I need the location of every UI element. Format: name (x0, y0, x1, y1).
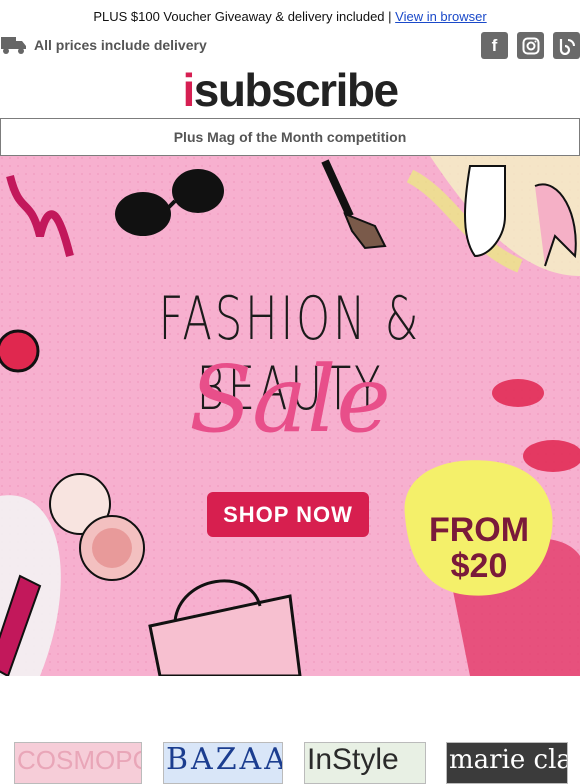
magazine-title: InStyle (307, 743, 399, 776)
magazine-title: BAZAAR (166, 742, 282, 777)
social-links: f (481, 32, 580, 59)
price-badge: FROM $20 (404, 478, 554, 618)
promo-text: PLUS $100 Voucher Giveaway & delivery in… (93, 9, 396, 24)
magazine-cover-marie-claire[interactable]: marie claire (446, 742, 568, 784)
instagram-icon[interactable] (517, 32, 544, 59)
delivery-notice: All prices include delivery (0, 34, 207, 56)
top-promo-line: PLUS $100 Voucher Giveaway & delivery in… (0, 0, 580, 34)
delivery-text: All prices include delivery (34, 37, 207, 53)
logo-rest: subscribe (193, 64, 399, 116)
isubscribe-logo[interactable]: isubscribe (0, 64, 580, 116)
badge-price: $20 (450, 547, 508, 585)
competition-banner[interactable]: Plus Mag of the Month competition (0, 118, 580, 156)
badge-from: FROM (428, 511, 530, 549)
instagram-glyph (522, 37, 539, 54)
logo-i: i (182, 64, 195, 116)
magazine-row: COSMOPOLITAN BAZAAR InStyle marie claire (0, 738, 580, 784)
magazine-cover-bazaar[interactable]: BAZAAR (163, 742, 283, 784)
magazine-title: marie claire (449, 745, 567, 775)
blog-glyph (559, 38, 575, 55)
facebook-icon[interactable]: f (481, 32, 508, 59)
view-in-browser-link[interactable]: View in browser (395, 9, 487, 24)
banner-sale-text: Sale (189, 346, 391, 453)
magazine-title: COSMOPOLITAN (17, 745, 141, 775)
magazine-cover-instyle[interactable]: InStyle (304, 742, 426, 784)
fashion-beauty-sale-banner[interactable]: FASHION & BEAUTY Sale SHOP NOW FROM $20 (0, 156, 580, 676)
blog-icon[interactable] (553, 32, 580, 59)
truck-icon (1, 37, 26, 54)
magazine-cover-cosmopolitan[interactable]: COSMOPOLITAN (14, 742, 142, 784)
shop-now-button[interactable]: SHOP NOW (207, 492, 369, 537)
